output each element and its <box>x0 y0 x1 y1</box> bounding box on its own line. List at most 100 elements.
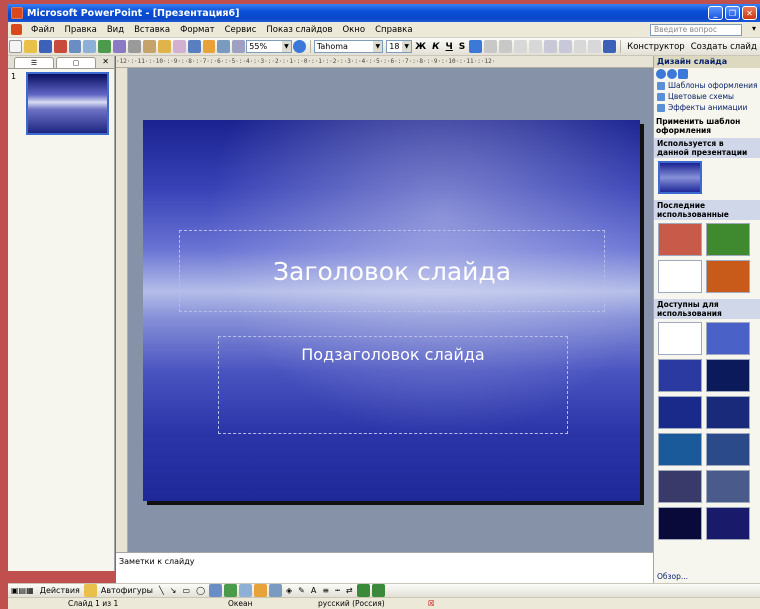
template-available[interactable] <box>706 507 750 540</box>
menu-tools[interactable]: Сервис <box>220 25 262 35</box>
design-templates-link[interactable]: Шаблоны оформления <box>654 80 760 91</box>
cut-icon[interactable] <box>128 40 142 53</box>
italic-button[interactable]: К <box>429 42 442 52</box>
template-available[interactable] <box>658 470 702 503</box>
color-schemes-link[interactable]: Цветовые схемы <box>654 91 760 102</box>
arrow-icon[interactable]: ↘ <box>167 586 180 595</box>
menu-format[interactable]: Формат <box>175 25 220 35</box>
decrease-font-icon[interactable] <box>558 40 572 53</box>
actions-menu[interactable]: Действия <box>37 586 83 595</box>
preview-icon[interactable] <box>83 40 97 53</box>
template-recent[interactable] <box>658 223 702 256</box>
template-available[interactable] <box>658 433 702 466</box>
research-icon[interactable] <box>113 40 127 53</box>
rectangle-icon[interactable]: ▭ <box>180 586 194 595</box>
decrease-indent-icon[interactable] <box>573 40 587 53</box>
template-available[interactable] <box>706 470 750 503</box>
menu-edit[interactable]: Правка <box>59 25 101 35</box>
tab-slides[interactable]: ▢ <box>56 57 96 68</box>
new-icon[interactable] <box>9 40 22 53</box>
numbering-icon[interactable] <box>513 40 527 53</box>
template-available[interactable] <box>706 433 750 466</box>
menu-slideshow[interactable]: Показ слайдов <box>261 25 337 35</box>
template-available[interactable] <box>658 359 702 392</box>
designer-button[interactable]: Конструктор <box>624 42 688 52</box>
home-icon[interactable] <box>678 69 688 79</box>
menu-view[interactable]: Вид <box>102 25 129 35</box>
arrow-style-icon[interactable]: ⇄ <box>343 586 356 595</box>
permission-icon[interactable] <box>53 40 67 53</box>
align-center-icon[interactable] <box>484 40 498 53</box>
template-recent[interactable] <box>658 260 702 293</box>
bullets-icon[interactable] <box>528 40 542 53</box>
document-icon[interactable] <box>11 24 22 35</box>
line-style-icon[interactable]: ≡ <box>319 586 332 595</box>
browse-link[interactable]: Обзор... <box>654 572 760 581</box>
template-available[interactable] <box>658 396 702 429</box>
ask-question-input[interactable]: Введите вопрос <box>650 24 742 36</box>
animation-schemes-link[interactable]: Эффекты анимации <box>654 102 760 113</box>
font-color-icon[interactable] <box>603 40 617 53</box>
template-recent[interactable] <box>706 223 750 256</box>
title-placeholder[interactable]: Заголовок слайда <box>179 230 605 312</box>
dash-style-icon[interactable]: ┅ <box>332 586 343 595</box>
close-document-icon[interactable]: ▾ <box>752 24 756 33</box>
template-in-use[interactable] <box>658 161 702 194</box>
subtitle-placeholder[interactable]: Подзаголовок слайда <box>218 336 568 434</box>
font-size-select[interactable]: 18 ▼ <box>386 40 413 53</box>
template-available[interactable] <box>706 322 750 355</box>
notes-pane[interactable]: Заметки к слайду <box>116 552 653 583</box>
bold-button[interactable]: Ж <box>412 42 429 52</box>
paste-icon[interactable] <box>157 40 171 53</box>
insert-chart-icon[interactable] <box>202 40 216 53</box>
open-icon[interactable] <box>23 40 37 53</box>
template-available[interactable] <box>658 507 702 540</box>
3d-style-icon[interactable] <box>371 584 385 597</box>
wordart-icon[interactable] <box>224 584 238 597</box>
powerpoint-app-icon[interactable] <box>11 7 23 19</box>
menu-help[interactable]: Справка <box>370 25 417 35</box>
fill-color-icon[interactable]: ◈ <box>283 586 295 595</box>
autoshapes-menu[interactable]: Автофигуры <box>98 586 156 595</box>
print-icon[interactable] <box>68 40 82 53</box>
slide-canvas[interactable]: Заголовок слайда Подзаголовок слайда <box>143 120 640 501</box>
increase-font-icon[interactable] <box>543 40 557 53</box>
line-icon[interactable]: ╲ <box>156 586 167 595</box>
font-select[interactable]: Tahoma ▼ <box>313 40 384 53</box>
close-icon[interactable]: ✕ <box>102 57 109 66</box>
menu-window[interactable]: Окно <box>337 25 370 35</box>
view-normal-icon[interactable]: ▣▤▦ <box>8 586 37 595</box>
line-color-icon[interactable]: ✎ <box>295 586 308 595</box>
template-available[interactable] <box>706 359 750 392</box>
spelling-icon[interactable] <box>98 40 112 53</box>
help-icon[interactable] <box>292 40 306 53</box>
template-recent[interactable] <box>706 260 750 293</box>
save-icon[interactable] <box>38 40 52 53</box>
insert-table-icon[interactable] <box>217 40 231 53</box>
underline-button[interactable]: Ч <box>443 42 456 52</box>
minimize-button[interactable]: _ <box>708 6 723 20</box>
diagram-icon[interactable] <box>239 584 253 597</box>
restore-button[interactable]: ❐ <box>725 6 740 20</box>
template-available[interactable] <box>658 322 702 355</box>
align-right-icon[interactable] <box>499 40 512 53</box>
shadow-style-icon[interactable] <box>356 584 370 597</box>
undo-icon[interactable] <box>187 40 201 53</box>
zoom-select[interactable]: 55% ▼ <box>246 40 292 53</box>
forward-icon[interactable] <box>667 69 677 79</box>
slide-thumbnail[interactable] <box>26 72 109 135</box>
tab-outline[interactable]: ☰ <box>14 57 54 68</box>
increase-indent-icon[interactable] <box>588 40 602 53</box>
back-icon[interactable] <box>656 69 666 79</box>
shadow-button[interactable]: S <box>456 42 468 52</box>
copy-icon[interactable] <box>143 40 156 53</box>
format-painter-icon[interactable] <box>172 40 186 53</box>
menu-file[interactable]: Файл <box>26 25 59 35</box>
select-objects-icon[interactable] <box>83 584 97 597</box>
align-left-icon[interactable] <box>469 40 483 53</box>
textbox-icon[interactable] <box>209 584 223 597</box>
font-color-icon[interactable]: A <box>308 586 319 595</box>
picture-icon[interactable] <box>269 584 283 597</box>
menu-insert[interactable]: Вставка <box>129 25 175 35</box>
new-slide-button[interactable]: Создать слайд <box>688 42 760 52</box>
